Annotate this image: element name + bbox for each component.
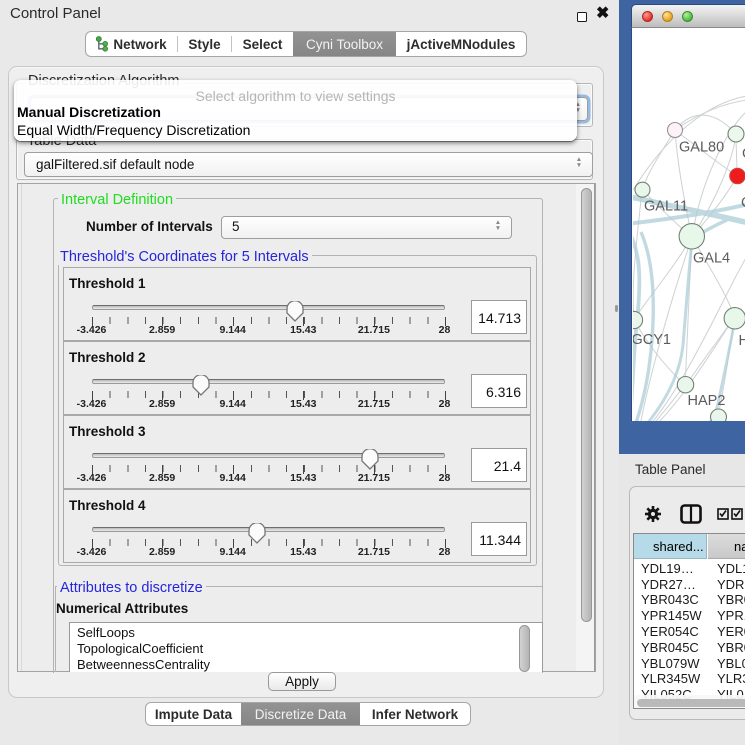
svg-text:GAL11: GAL11 [644,199,688,215]
svg-text:HA: HA [739,333,745,349]
svg-text:CD: CD [741,195,745,211]
svg-text:GCY1: GCY1 [633,332,671,348]
svg-text:GAL4: GAL4 [693,251,730,267]
svg-text:HAP2: HAP2 [688,393,726,409]
svg-text:GAL80: GAL80 [679,140,724,156]
